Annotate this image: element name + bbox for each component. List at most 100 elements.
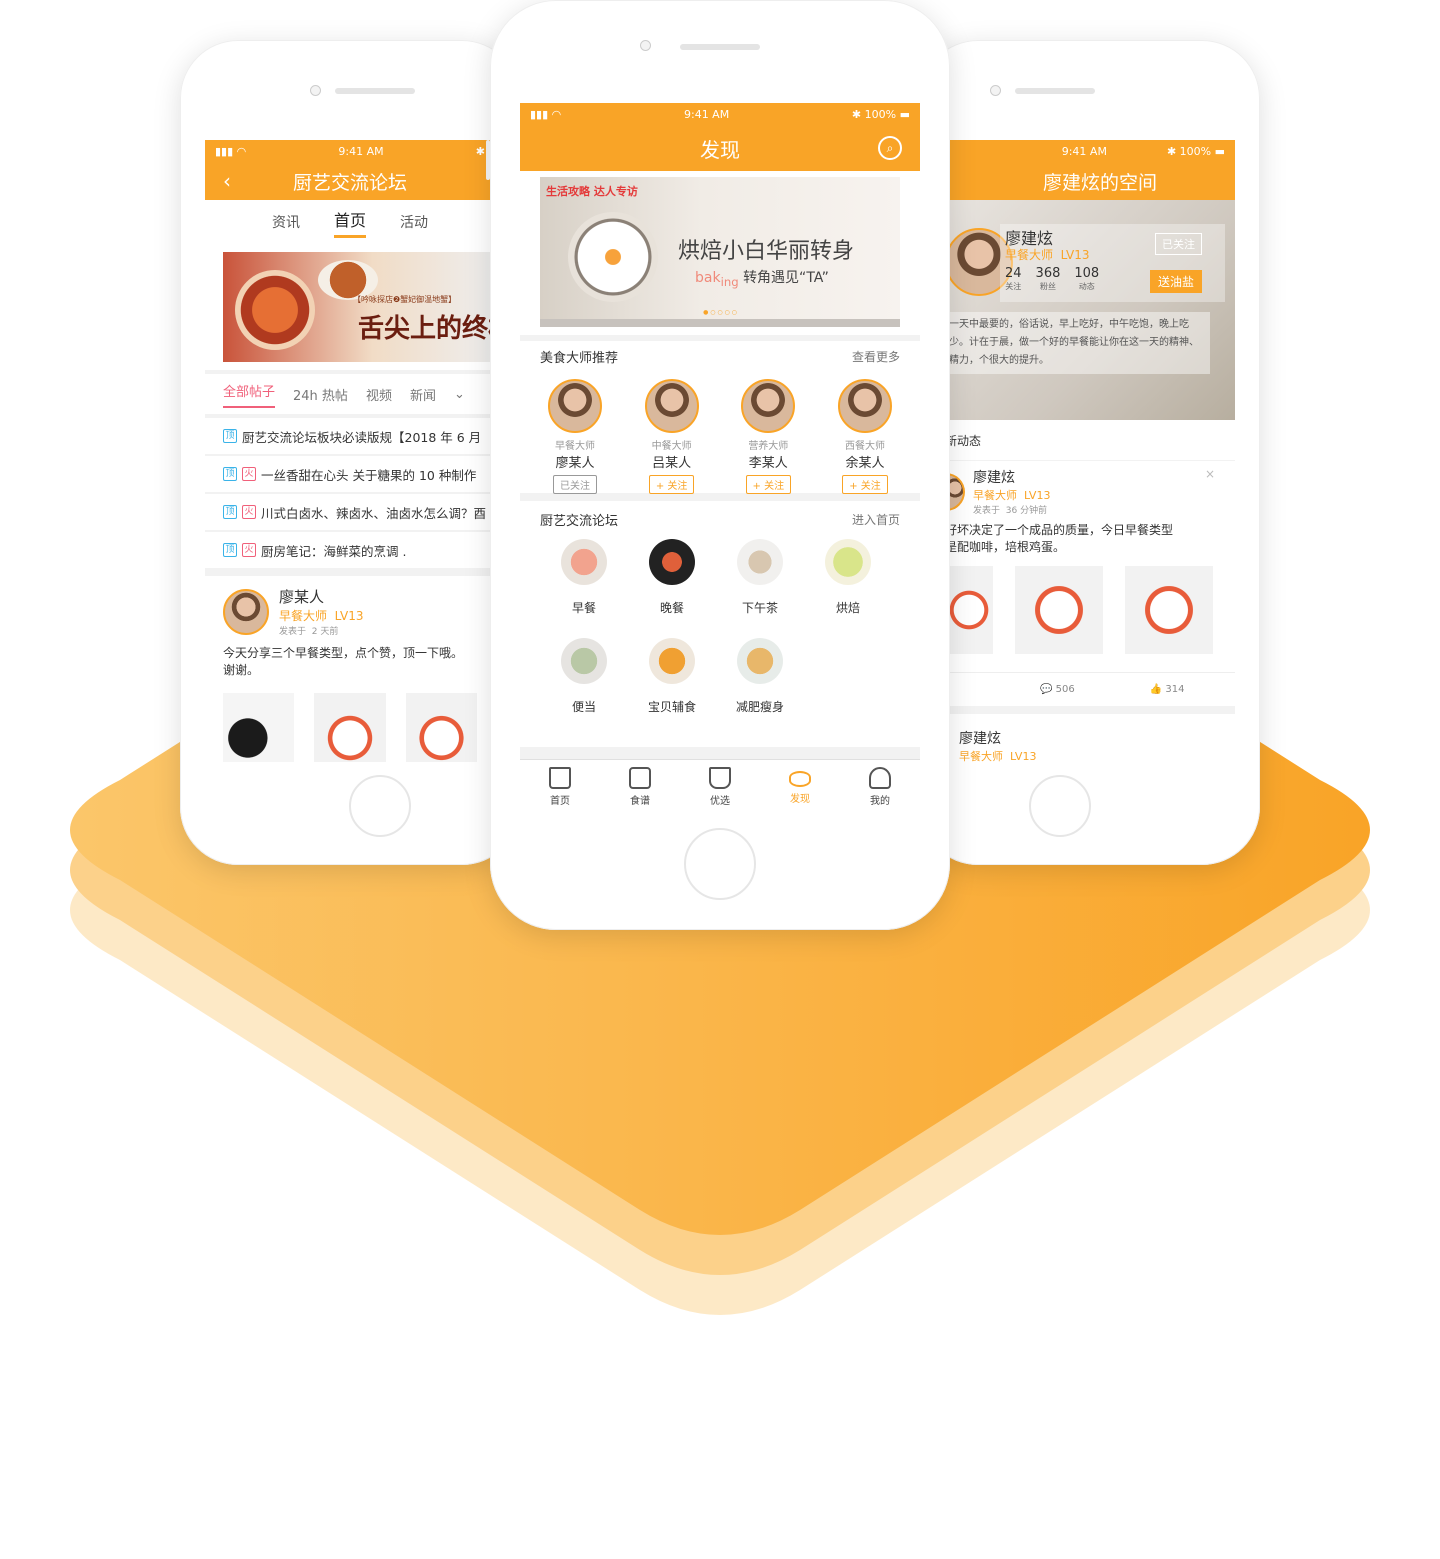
home-button[interactable]: [1029, 775, 1091, 837]
master-card[interactable]: 早餐大师 廖某人 已关注: [540, 379, 610, 494]
masters-section: 美食大师推荐 查看更多 早餐大师 廖某人 已关注 中餐大师 吕某人 + 关注 营…: [520, 341, 920, 494]
home-button[interactable]: [349, 775, 411, 837]
tab-discover[interactable]: 发现: [789, 768, 811, 805]
profile-header: 廖建炫 早餐大师 LV13 已关注 24 关注 368 粉丝 108 动态 送油盐 一…: [945, 200, 1235, 420]
filter-all[interactable]: 全部帖子: [223, 381, 276, 408]
filter-video[interactable]: 视频: [366, 385, 392, 404]
page-title: 廖建炫的空间: [1042, 171, 1157, 194]
banner-tag: 达人专访: [593, 185, 638, 198]
feed-post[interactable]: × 廖建炫 早餐大师 LV13 发表于 36 分钟前 好坏决定了一个成品的质量，…: [945, 461, 1235, 706]
stat-value: 368: [1035, 266, 1061, 281]
chevron-left-icon[interactable]: ‹: [223, 169, 231, 193]
category-baby-food[interactable]: 宝贝辅食: [628, 638, 716, 715]
category-label: 早餐: [571, 601, 596, 615]
category-bento[interactable]: 便当: [540, 638, 628, 715]
category-baking[interactable]: 烘焙: [804, 539, 892, 616]
see-more-link[interactable]: 查看更多: [852, 348, 900, 365]
post-image[interactable]: [314, 693, 386, 762]
post-title: 厨艺交流论坛板块必读版规【2018 年 6 月: [242, 429, 482, 445]
author-name: 廖建炫: [973, 470, 1015, 486]
home-button[interactable]: [684, 828, 756, 900]
section-title: 新动态: [945, 433, 982, 448]
tab-picks[interactable]: 优选: [709, 766, 731, 807]
master-name: 余某人: [845, 456, 885, 471]
post-item[interactable]: 顶 火 一丝香甜在心头 关于糖果的 10 种制作: [205, 456, 495, 492]
banner-headline: 烘焙小白华丽转身: [678, 239, 855, 264]
master-name: 李某人: [748, 456, 788, 471]
search-icon[interactable]: ⌕: [878, 136, 902, 160]
tab-recipes[interactable]: 食谱: [629, 766, 651, 807]
post-title: 一丝香甜在心头 关于糖果的 10 种制作: [261, 467, 477, 483]
master-card[interactable]: 西餐大师 余某人 + 关注: [830, 379, 900, 494]
center-screen: ▮▮▮ ◠ 9:41 AM ✱ 100% ▬ 发现 ⌕ 生活攻略 达人专访 烘焙小白…: [520, 103, 920, 813]
category-dinner[interactable]: 晚餐: [628, 539, 716, 616]
post-image[interactable]: [223, 693, 295, 762]
bluetooth-icon: ✱: [851, 107, 862, 121]
stat-value: 24: [1005, 266, 1022, 281]
tab-home[interactable]: 首页: [333, 207, 366, 238]
filter-news[interactable]: 新闻: [410, 385, 436, 404]
feed-post[interactable]: 廖建炫 早餐大师 LV13: [945, 714, 1235, 762]
banner[interactable]: 生活攻略 达人专访 烘焙小白华丽转身 baking 转角遇见“TA” ● ○ ○…: [540, 177, 900, 327]
comment-count: 506: [1055, 684, 1075, 695]
avatar[interactable]: [837, 379, 892, 433]
tab-label: 首页: [550, 795, 570, 807]
master-role: 营养大师: [748, 441, 789, 452]
carousel-dots[interactable]: ● ○ ○ ○ ○: [703, 309, 737, 316]
stat-value: 108: [1074, 266, 1100, 281]
post-image[interactable]: [945, 566, 993, 654]
master-name: 吕某人: [652, 456, 692, 471]
tab-home[interactable]: 首页: [549, 766, 571, 807]
author-title: 早餐大师: [279, 609, 328, 623]
avatar[interactable]: [741, 379, 796, 433]
chevron-down-icon[interactable]: ⌄: [454, 387, 465, 402]
post-item[interactable]: 顶 火 厨房笔记：海鲜菜的烹调 .: [205, 532, 495, 568]
followed-button[interactable]: 已关注: [1155, 233, 1202, 255]
author-level: LV13: [334, 609, 364, 623]
category-diet[interactable]: 减肥瘦身: [716, 638, 804, 715]
avatar[interactable]: [548, 379, 602, 433]
like-button[interactable]: 👍 314: [1150, 684, 1185, 695]
avatar[interactable]: [223, 588, 269, 635]
posted-time: 36 分钟前: [1005, 506, 1048, 516]
posted-time: 2 天前: [311, 627, 339, 637]
post-image[interactable]: [405, 693, 477, 762]
battery-level: 100%: [1179, 144, 1212, 158]
author-level: LV13: [1024, 489, 1051, 502]
avatar[interactable]: [644, 379, 699, 433]
banner[interactable]: 【吟咏探店❷蟹妃御温地蟹】 舌尖上的终极美: [223, 252, 495, 362]
master-card[interactable]: 营养大师 李某人 + 关注: [733, 379, 803, 494]
post-item[interactable]: 顶 火 川式白卤水、辣卤水、油卤水怎么调？酉: [205, 494, 495, 530]
followed-button[interactable]: 已关注: [553, 475, 597, 494]
post-title: 厨房笔记：海鲜菜的烹调 .: [261, 543, 407, 559]
follow-button[interactable]: + 关注: [648, 475, 695, 494]
author-post[interactable]: 廖某人 早餐大师 LV13 发表于 2 天前 今天分享三个早餐类型，点个赞，顶一…: [205, 576, 495, 762]
section-header: 新动态: [945, 420, 1235, 460]
follow-button[interactable]: + 关注: [745, 475, 792, 494]
close-icon[interactable]: ×: [1205, 467, 1215, 481]
posted-label: 发表于: [973, 506, 1001, 516]
post-item[interactable]: 顶 厨艺交流论坛板块必读版规【2018 年 6 月: [205, 418, 495, 454]
category-breakfast[interactable]: 早餐: [540, 539, 628, 616]
master-card[interactable]: 中餐大师 吕某人 + 关注: [637, 379, 707, 494]
post-image[interactable]: [1015, 566, 1103, 654]
category-afternoon-tea[interactable]: 下午茶: [716, 539, 804, 616]
pin-tag: 顶: [223, 429, 237, 443]
post-image[interactable]: [1125, 566, 1213, 654]
comment-button[interactable]: 💬 506: [1040, 684, 1075, 695]
enter-home-link[interactable]: 进入首页: [852, 511, 900, 528]
tab-events[interactable]: 活动: [400, 212, 428, 232]
profile-title: 早餐大师: [1005, 248, 1054, 262]
tab-news[interactable]: 资讯: [272, 212, 300, 232]
category-label: 便当: [571, 700, 596, 714]
eye-icon: [789, 771, 811, 787]
gift-button[interactable]: 送油盐: [1150, 270, 1203, 293]
book-icon: [629, 766, 651, 789]
comment-icon: 💬: [1040, 684, 1053, 695]
tab-label: 发现: [790, 794, 810, 805]
follow-button[interactable]: + 关注: [842, 475, 888, 494]
category-label: 晚餐: [659, 601, 684, 615]
pin-tag: 顶: [223, 467, 237, 481]
filter-hot[interactable]: 24h 热帖: [293, 385, 348, 404]
tab-me[interactable]: 我的: [869, 766, 891, 807]
